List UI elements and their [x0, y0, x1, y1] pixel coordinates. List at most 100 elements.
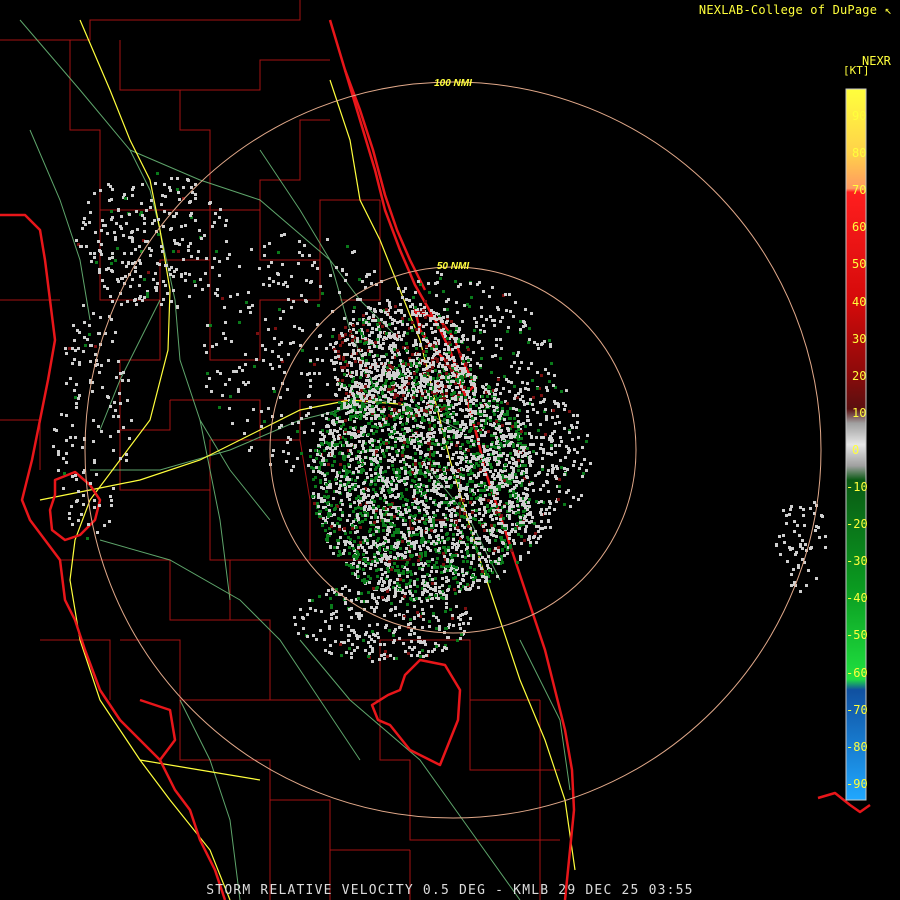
echo-bin — [314, 449, 317, 452]
echo-bin — [412, 425, 415, 428]
echo-bin — [451, 546, 454, 549]
echo-bin — [426, 360, 429, 363]
echo-bin — [389, 609, 392, 612]
echo-bin — [122, 234, 125, 237]
echo-bin — [448, 386, 451, 389]
echo-bin — [406, 455, 409, 458]
echo-bin — [413, 379, 416, 382]
echo-bin — [396, 321, 399, 324]
echo-bin — [276, 272, 279, 275]
echo-bin — [384, 321, 387, 324]
echo-bin — [440, 571, 443, 574]
echo-bin — [427, 547, 430, 550]
echo-bin — [391, 488, 394, 491]
echo-bin — [337, 517, 340, 520]
echo-bin — [488, 548, 491, 551]
echo-bin — [379, 543, 382, 546]
echo-bin — [443, 446, 446, 449]
echo-bin — [473, 317, 476, 320]
echo-bin — [491, 286, 494, 289]
echo-bin — [389, 654, 392, 657]
echo-bin — [367, 591, 370, 594]
echo-bin — [341, 514, 344, 517]
echo-bin — [395, 510, 398, 513]
echo-bin — [512, 315, 515, 318]
echo-bin — [446, 362, 449, 365]
echo-bin — [362, 314, 365, 317]
echo-bin — [395, 484, 398, 487]
echo-bin — [479, 410, 482, 413]
echo-bin — [428, 473, 431, 476]
echo-bin — [355, 497, 358, 500]
echo-bin — [426, 489, 429, 492]
echo-bin — [401, 389, 404, 392]
echo-bin — [110, 504, 113, 507]
echo-bin — [385, 449, 388, 452]
echo-bin — [317, 496, 320, 499]
echo-bin — [324, 620, 327, 623]
echo-bin — [428, 291, 431, 294]
echo-bin — [364, 385, 367, 388]
echo-bin — [74, 349, 77, 352]
echo-bin — [69, 377, 72, 380]
echo-bin — [491, 518, 494, 521]
echo-bin — [547, 469, 550, 472]
echo-bin — [364, 558, 367, 561]
echo-bin — [252, 408, 255, 411]
echo-bin — [443, 472, 446, 475]
echo-bin — [539, 488, 542, 491]
echo-bin — [386, 359, 389, 362]
echo-bin — [409, 579, 412, 582]
echo-bin — [460, 385, 463, 388]
echo-bin — [359, 408, 362, 411]
echo-bin — [359, 361, 362, 364]
echo-bin — [382, 542, 385, 545]
echo-bin — [339, 463, 342, 466]
echo-bin — [89, 211, 92, 214]
echo-bin — [431, 416, 434, 419]
echo-bin — [347, 395, 350, 398]
echo-bin — [399, 359, 402, 362]
echo-bin — [382, 529, 385, 532]
echo-bin — [428, 421, 431, 424]
echo-bin — [447, 400, 450, 403]
echo-bin — [111, 256, 114, 259]
echo-bin — [403, 438, 406, 441]
echo-bin — [498, 425, 501, 428]
echo-bin — [424, 589, 427, 592]
echo-bin — [164, 284, 167, 287]
echo-bin — [541, 457, 544, 460]
echo-bin — [416, 578, 419, 581]
echo-bin — [226, 257, 229, 260]
echo-bin — [431, 468, 434, 471]
echo-bin — [319, 481, 322, 484]
echo-bin — [372, 355, 375, 358]
echo-bin — [380, 355, 383, 358]
echo-bin — [383, 657, 386, 660]
echo-bin — [126, 300, 129, 303]
echo-bin — [390, 412, 393, 415]
echo-bin — [475, 462, 478, 465]
echo-bin — [417, 411, 420, 414]
echo-bin — [312, 634, 315, 637]
echo-bin — [474, 417, 477, 420]
echo-bin — [483, 330, 486, 333]
echo-bin — [415, 597, 418, 600]
echo-bin — [420, 432, 423, 435]
echo-bin — [425, 510, 428, 513]
echo-bin — [394, 389, 397, 392]
echo-bin — [338, 525, 341, 528]
echo-bin — [437, 385, 440, 388]
echo-bin — [163, 183, 166, 186]
echo-bin — [454, 554, 457, 557]
echo-bin — [455, 337, 458, 340]
echo-bin — [476, 362, 479, 365]
echo-bin — [440, 273, 443, 276]
echo-bin — [65, 352, 68, 355]
echo-bin — [512, 352, 515, 355]
echo-bin — [443, 570, 446, 573]
echo-bin — [125, 459, 128, 462]
echo-bin — [83, 321, 86, 324]
echo-bin — [497, 546, 500, 549]
echo-bin — [372, 633, 375, 636]
